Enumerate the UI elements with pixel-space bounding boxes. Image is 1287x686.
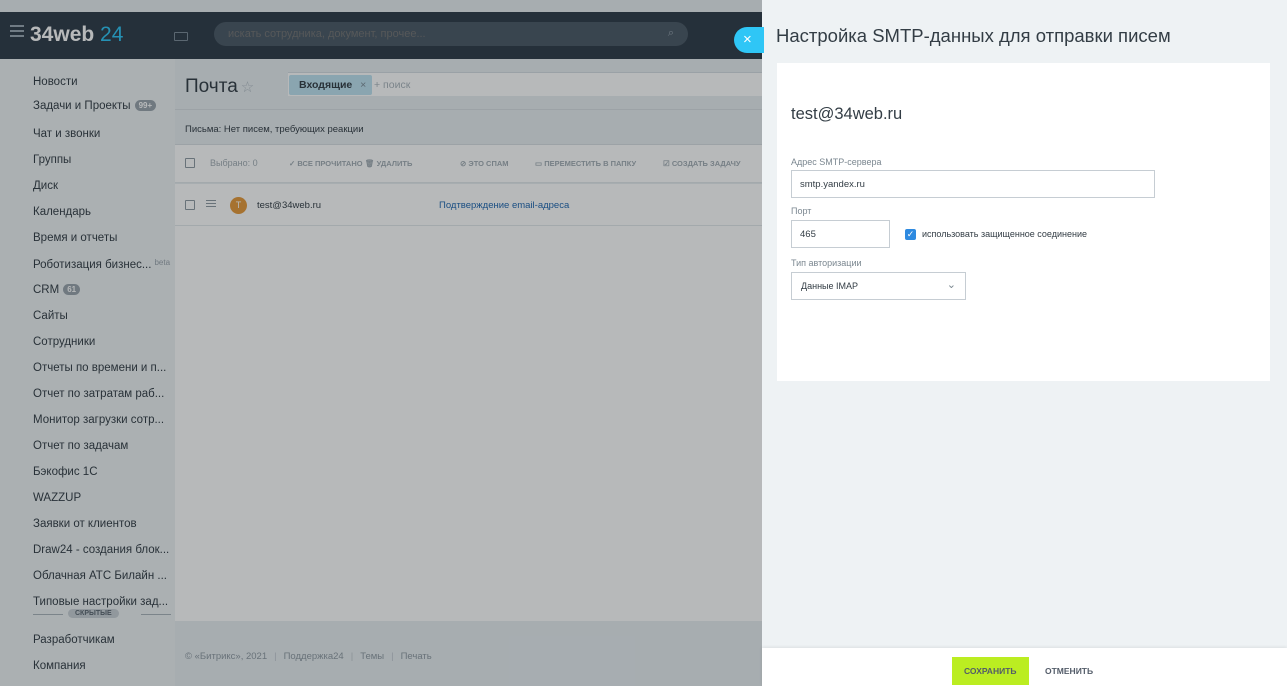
settings-card: test@34web.ru Адрес SMTP-сервера Порт ✓ … bbox=[777, 63, 1270, 381]
chevron-down-icon: ⌄ bbox=[946, 279, 956, 291]
server-label: Адрес SMTP-сервера bbox=[791, 157, 882, 167]
mailbox-address: test@34web.ru bbox=[791, 105, 903, 123]
auth-type-value: Данные IMAP bbox=[801, 281, 859, 291]
auth-type-select[interactable]: Данные IMAP ⌄ bbox=[791, 272, 966, 300]
port-label: Порт bbox=[791, 206, 812, 216]
auth-label: Тип авторизации bbox=[791, 258, 862, 268]
ssl-label[interactable]: использовать защищенное соединение bbox=[922, 229, 1087, 239]
close-slider-button[interactable]: × bbox=[734, 27, 764, 53]
ssl-checkbox[interactable]: ✓ bbox=[905, 229, 916, 240]
port-field[interactable] bbox=[791, 220, 890, 248]
close-icon: × bbox=[743, 31, 752, 48]
button-bar: СОХРАНИТЬ ОТМЕНИТЬ bbox=[762, 648, 1287, 686]
save-button[interactable]: СОХРАНИТЬ bbox=[952, 657, 1029, 685]
slider-overlay[interactable] bbox=[0, 0, 762, 686]
smtp-server-field[interactable] bbox=[791, 170, 1155, 198]
slider-title: Настройка SMTP-данных для отправки писем bbox=[776, 25, 1171, 46]
smtp-settings-slider: Настройка SMTP-данных для отправки писем… bbox=[762, 0, 1287, 686]
cancel-button[interactable]: ОТМЕНИТЬ bbox=[1045, 657, 1093, 685]
